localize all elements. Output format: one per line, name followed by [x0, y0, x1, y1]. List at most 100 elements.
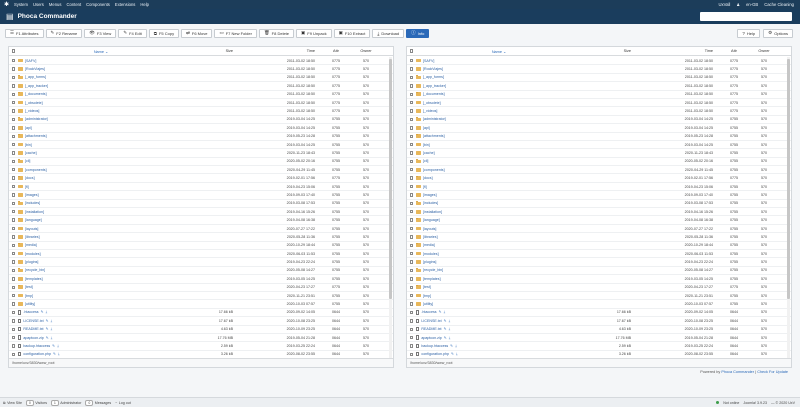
table-row[interactable]: [cli] 2020-05-02 20:16 0755 570 — [407, 158, 791, 167]
file-name[interactable]: [attachments] — [423, 134, 445, 138]
table-row[interactable]: [bin] 2019-03-04 14:25 0755 570 — [407, 141, 791, 150]
file-name-cell[interactable]: README.txt ✎ ⤓ — [18, 327, 184, 332]
file-name[interactable]: [templates] — [423, 277, 441, 281]
file-name-cell[interactable]: [attachments] — [18, 134, 184, 138]
row-checkbox[interactable] — [409, 67, 414, 71]
row-checkbox[interactable] — [409, 327, 414, 331]
cache-cleaning-link[interactable]: Cache Cleaning — [764, 2, 794, 7]
file-name[interactable]: [utility] — [423, 302, 433, 306]
table-row[interactable]: [components] 2020-04-29 11:45 0755 570 — [9, 166, 393, 175]
row-checkbox[interactable] — [409, 75, 414, 80]
file-name[interactable]: [language] — [25, 218, 42, 222]
row-checkbox[interactable] — [409, 302, 414, 306]
row-checkbox[interactable] — [409, 210, 414, 214]
new-folder-button[interactable]: ▭ F7 New Folder — [214, 28, 257, 38]
table-row[interactable]: [_obsolete] 2011-03-02 18:50 0775 570 — [407, 99, 791, 108]
file-name[interactable]: [test] — [25, 285, 33, 289]
column-time-header[interactable]: Time — [239, 49, 321, 53]
menu-extensions[interactable]: Extensions — [115, 2, 135, 7]
row-checkbox[interactable] — [11, 84, 16, 88]
row-checkbox[interactable] — [11, 168, 16, 172]
file-name[interactable]: [fl] — [25, 185, 29, 189]
download-icon[interactable]: ⤓ — [51, 336, 53, 340]
table-row[interactable]: [cli] 2020-05-02 20:16 0755 570 — [9, 158, 393, 167]
download-icon[interactable]: ⤓ — [51, 327, 53, 331]
table-row[interactable]: [_videos] 2011-03-02 18:50 0775 570 — [407, 107, 791, 116]
row-checkbox[interactable] — [409, 117, 414, 122]
file-name[interactable]: [images] — [25, 193, 39, 197]
file-name[interactable]: [_obsolete] — [25, 101, 43, 105]
row-checkbox[interactable] — [11, 210, 16, 214]
file-name[interactable]: [cli] — [423, 159, 428, 163]
file-name-cell[interactable]: .htaccess ✎ ⤓ — [18, 310, 184, 315]
file-name[interactable]: [_app_forms] — [25, 75, 46, 79]
file-name[interactable]: [attachments] — [25, 134, 47, 138]
column-name-header[interactable]: Name ⌄ — [18, 49, 184, 54]
download-icon[interactable]: ⤓ — [58, 352, 60, 356]
file-name-cell[interactable]: [includes] — [416, 201, 582, 205]
column-name-header[interactable]: Name ⌄ — [416, 49, 582, 54]
file-name-cell[interactable]: [components] — [18, 167, 184, 172]
table-row[interactable]: [language] 2019-04-08 16:38 0755 570 — [9, 216, 393, 225]
row-checkbox[interactable] — [409, 109, 414, 113]
file-name-cell[interactable]: apaptcon.zip ✎ ⤓ — [18, 335, 184, 340]
file-name[interactable]: [SAFV] — [423, 59, 434, 63]
menu-help[interactable]: Help — [140, 2, 149, 7]
table-row[interactable]: [installation] 2019-04-16 15:26 0755 570 — [407, 208, 791, 217]
table-row[interactable]: [api] 2019-03-04 14:25 0755 570 — [9, 124, 393, 133]
edit-icon[interactable]: ✎ — [41, 310, 44, 314]
row-checkbox[interactable] — [409, 260, 414, 264]
file-name-cell[interactable]: [_documents] — [18, 92, 184, 96]
file-name-cell[interactable]: [docs] — [416, 176, 582, 180]
row-checkbox[interactable] — [11, 277, 16, 281]
file-name[interactable]: [RockViajes] — [25, 67, 45, 71]
administrator-link[interactable]: 1 Administrator — [51, 399, 81, 406]
row-checkbox[interactable] — [409, 268, 414, 273]
table-row[interactable]: LICENSE.txt ✎ ⤓ 17.67 kB 2020-10-08 23:25 064… — [9, 317, 393, 326]
row-checkbox[interactable] — [409, 218, 414, 222]
file-name[interactable]: [administrator] — [25, 117, 48, 121]
row-checkbox[interactable] — [409, 176, 414, 180]
file-name-cell[interactable]: [utility] — [416, 302, 582, 306]
file-name-cell[interactable]: [_videos] — [416, 109, 582, 113]
row-checkbox[interactable] — [409, 251, 414, 256]
file-name[interactable]: [api] — [25, 126, 32, 130]
row-checkbox[interactable] — [409, 193, 414, 197]
edit-icon[interactable]: ✎ — [444, 319, 447, 323]
file-name[interactable]: [includes] — [25, 201, 40, 205]
language-link[interactable]: en-GB — [746, 2, 758, 7]
options-button[interactable]: ⚙ Options — [763, 28, 793, 38]
file-name-cell[interactable]: [installation] — [18, 209, 184, 214]
view-button[interactable]: 👁 F3 View — [84, 28, 117, 38]
unpack-button[interactable]: ▣ F9 Unpack — [296, 28, 332, 38]
file-name[interactable]: apaptcon.zip — [23, 336, 43, 340]
table-row[interactable]: [_obsolete] 2011-03-02 18:50 0775 570 — [9, 99, 393, 108]
row-checkbox[interactable] — [11, 302, 16, 306]
row-checkbox[interactable] — [11, 193, 16, 197]
row-checkbox[interactable] — [11, 126, 16, 130]
file-name[interactable]: [language] — [423, 218, 440, 222]
download-icon[interactable]: ⤓ — [449, 327, 451, 331]
file-name[interactable]: [plugins] — [423, 260, 436, 264]
row-checkbox[interactable] — [11, 59, 16, 63]
file-name-cell[interactable]: [administrator] — [18, 117, 184, 121]
table-row[interactable]: [libraries] 2020-05-28 11:36 0755 570 — [407, 233, 791, 242]
menu-users[interactable]: Users — [33, 2, 44, 7]
file-name[interactable]: [api] — [423, 126, 430, 130]
table-row[interactable]: [SAFV] 2011-03-02 18:50 0775 570 — [9, 57, 393, 66]
table-row[interactable]: [administrator] 2019-03-04 14:25 0755 570 — [407, 116, 791, 125]
user-icon[interactable]: ♟ — [736, 2, 740, 7]
download-icon[interactable]: ⤓ — [57, 344, 59, 348]
file-name[interactable]: [modules] — [25, 252, 41, 256]
row-checkbox[interactable] — [11, 117, 16, 122]
file-name[interactable]: [_obsolete] — [423, 101, 441, 105]
file-name[interactable]: [media] — [25, 243, 37, 247]
edit-icon[interactable]: ✎ — [451, 352, 454, 356]
row-checkbox[interactable] — [11, 159, 16, 164]
file-name[interactable]: [_app_forms] — [423, 75, 444, 79]
table-row[interactable]: .htaccess ✎ ⤓ 17.66 kB 2020-09-02 14:05 0644 5… — [407, 309, 791, 318]
row-checkbox[interactable] — [11, 293, 16, 298]
row-checkbox[interactable] — [11, 142, 16, 147]
table-row[interactable]: [_app_forms] 2011-03-02 18:50 0775 570 — [9, 74, 393, 83]
file-name[interactable]: [layouts] — [25, 227, 38, 231]
